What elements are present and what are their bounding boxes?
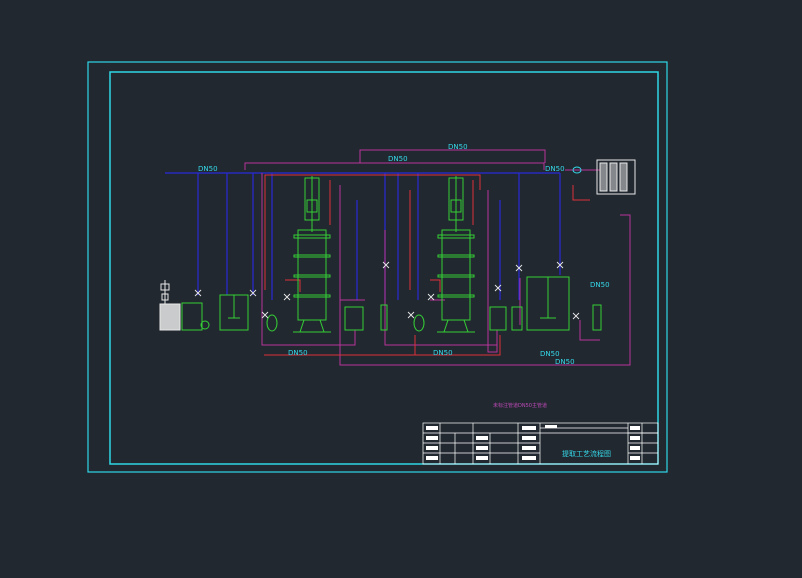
legend-note: 未标注管道DN50主管道 — [493, 402, 547, 409]
pipe-label-dn50-bottom-left: DN50 — [288, 349, 308, 357]
drawing-title: 提取工艺流程图 — [562, 449, 611, 458]
buffer-tank-2 — [380, 304, 388, 331]
pipe-label-dn50-top: DN50 — [448, 143, 468, 151]
title-block — [422, 422, 659, 465]
receiving-tank-1 — [489, 306, 507, 331]
condenser-unit — [572, 159, 636, 195]
red-pipes — [264, 174, 590, 356]
raw-material-feeder — [159, 280, 181, 331]
pump-left — [266, 314, 278, 332]
outer-frame — [87, 61, 668, 473]
pipe-label-dn50-far-right: DN50 — [590, 281, 610, 289]
pump-middle — [413, 314, 425, 332]
process-flow-drawing: DN50 DN50 DN50 DN50 DN50 DN50 DN50 DN50 … — [87, 61, 668, 473]
pipe-label-dn50-upper: DN50 — [388, 155, 408, 163]
inner-frame — [109, 71, 659, 465]
pipe-label-dn50-bottom-mid: DN50 — [433, 349, 453, 357]
pipe-label-dn50-left: DN50 — [198, 165, 218, 173]
pipe-label-dn50-lowest: DN50 — [555, 358, 575, 366]
pipe-label-dn50-bottom-right: DN50 — [540, 350, 560, 358]
buffer-tank-1 — [344, 306, 364, 331]
equipment — [181, 176, 602, 333]
feed-tank-1 — [181, 302, 203, 331]
pipe-label-dn50-right: DN50 — [545, 165, 565, 173]
blue-pipes — [165, 172, 561, 300]
